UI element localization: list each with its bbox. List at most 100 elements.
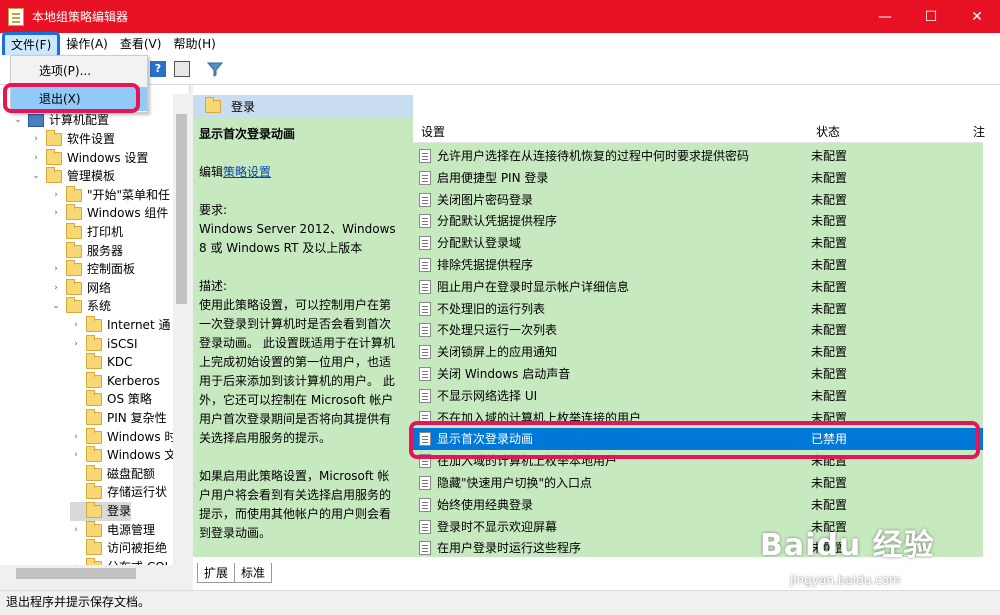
column-state[interactable]: 状态 [816,123,840,140]
tree-item[interactable]: › 软件设置 [30,130,115,149]
tab-extended[interactable]: 扩展 [197,563,236,583]
policy-row[interactable]: 隐藏"快速用户切换"的入口点 未配置 [413,472,983,494]
chevron-down-icon[interactable]: ⌄ [12,111,24,130]
tree-item[interactable]: 服务器 [50,241,124,261]
tree-item[interactable]: 磁盘配额 [70,464,155,484]
tree-item[interactable]: ⌄ 系统 [50,297,111,316]
column-comment[interactable]: 注 [973,123,985,140]
tree-item-label: Windows 时 [107,429,177,444]
chevron-down-icon[interactable]: ⌄ [30,167,42,186]
policy-setting-icon [419,214,431,229]
policy-row[interactable]: 分配默认登录域 未配置 [413,232,983,254]
chevron-right-icon[interactable]: › [50,279,62,298]
tree-item[interactable]: › 控制面板 [50,260,135,279]
policy-row[interactable]: 允许用户选择在从连接待机恢复的过程中何时要求提供密码 未配置 [413,145,983,167]
tree-item[interactable]: 访问被拒绝 [70,539,167,558]
tree-item-label: 访问被拒绝 [107,541,168,556]
window-title: 本地组策略编辑器 [32,10,129,24]
chevron-right-icon[interactable]: › [50,186,62,205]
policy-row[interactable]: 关闭图片密码登录 未配置 [413,189,983,211]
view-tabs: 扩展 标准 [193,563,273,585]
policy-row[interactable]: 不显示网络选择 UI 未配置 [413,385,983,407]
chevron-right-icon[interactable]: › [30,149,42,168]
policy-row[interactable]: 始终使用经典登录 未配置 [413,494,983,516]
tree-item[interactable]: › Windows 时 [70,427,177,447]
chevron-right-icon[interactable]: › [70,335,82,354]
tree-item[interactable]: ⌄ 管理模板 [30,167,115,186]
folder-icon [46,148,62,165]
policy-row[interactable]: 分配默认凭据提供程序 未配置 [413,210,983,232]
policy-row[interactable]: 关闭 Windows 启动声音 未配置 [413,363,983,385]
chevron-down-icon[interactable]: ⌄ [50,297,62,316]
tree-item[interactable]: › Windows 组件 [50,204,168,223]
computer-icon [28,114,44,127]
requirements-text: Windows Server 2012、Windows 8 或 Windows … [199,222,396,255]
tree-item[interactable]: PIN 复杂性 [70,409,167,428]
tree-hscroll-thumb[interactable] [16,568,136,579]
menu-options[interactable]: 选项(P)... [11,59,147,83]
tree-item[interactable]: 登录 [70,502,132,521]
policy-setting-icon [419,345,431,360]
policy-state: 未配置 [811,170,848,185]
policy-name: 分配默认凭据提供程序 [437,214,558,229]
policy-row[interactable]: 不处理旧的运行列表 未配置 [413,298,983,320]
close-button[interactable]: ✕ [954,0,1000,33]
chevron-right-icon[interactable]: › [70,558,82,565]
policy-settings-link[interactable]: 策略设置 [223,165,271,179]
folder-icon [66,278,82,295]
tree-item[interactable]: › iSCSI [70,334,138,354]
chevron-right-icon[interactable]: › [70,521,82,540]
tree-item[interactable]: › Internet 通 [70,316,170,335]
policy-setting-icon [419,236,431,251]
policy-state: 未配置 [811,301,848,316]
chevron-right-icon[interactable]: › [70,446,82,465]
tree-horizontal-scrollbar[interactable] [0,565,190,582]
tree-vertical-scrollbar[interactable] [173,94,190,565]
chevron-right-icon[interactable]: › [50,260,62,279]
policy-name: 排除凭据提供程序 [437,258,534,272]
policy-row[interactable]: 排除凭据提供程序 未配置 [413,254,983,276]
policy-name: 阻止用户在登录时显示帐户详细信息 [437,279,630,294]
menu-action[interactable]: 操作(A) [60,33,114,55]
tree-item[interactable]: › 分布式 COI [70,557,168,565]
chevron-right-icon[interactable]: › [50,204,62,223]
policy-state: 未配置 [811,388,848,403]
tree-item[interactable]: › Windows 文 [70,446,176,465]
show-hide-pane-icon[interactable] [174,61,190,77]
tree-item-label: 服务器 [87,243,124,258]
tree-item[interactable]: 打印机 [50,223,123,242]
tree-item-label: Windows 组件 [87,206,169,221]
tree-item-computer-config[interactable]: ⌄ 计算机配置 [12,111,109,130]
policy-row[interactable]: 阻止用户在登录时显示帐户详细信息 未配置 [413,276,983,298]
policy-row[interactable]: 启用便捷型 PIN 登录 未配置 [413,167,983,189]
column-setting[interactable]: 设置 [421,123,445,140]
policy-name: 始终使用经典登录 [437,497,534,512]
tree-item[interactable]: Kerberos [70,371,160,391]
policy-row[interactable]: 关闭锁屏上的应用通知 未配置 [413,341,983,363]
menu-view[interactable]: 查看(V) [114,33,168,55]
chevron-right-icon[interactable]: › [70,428,82,447]
baidu-watermark: Baidu 经验 [760,528,935,563]
folder-icon [86,390,102,407]
policy-name: 登录时不显示欢迎屏幕 [437,519,558,534]
maximize-button[interactable]: ☐ [908,0,954,33]
policy-name: 隐藏"快速用户切换"的入口点 [437,476,593,490]
minimize-button[interactable]: — [862,0,908,33]
chevron-right-icon[interactable]: › [70,316,82,335]
folder-icon [86,427,102,444]
help-icon[interactable]: ? [150,61,166,77]
folder-icon [86,371,102,388]
tree-item[interactable]: 存储运行状 [70,483,167,502]
tree-item[interactable]: › Windows 设置 [30,148,148,168]
tree-item[interactable]: › 网络 [50,278,111,298]
tree-item[interactable]: › "开始"菜单和任 [50,185,170,205]
tab-standard[interactable]: 标准 [234,563,273,583]
filter-icon[interactable] [206,61,224,77]
tree-item[interactable]: KDC [70,353,133,372]
tree-item[interactable]: OS 策略 [70,390,152,409]
tree-item[interactable]: › 电源管理 [70,520,155,540]
chevron-right-icon[interactable]: › [30,130,42,149]
tree-scroll-thumb[interactable] [176,114,187,304]
policy-row[interactable]: 不处理只运行一次列表 未配置 [413,319,983,341]
menu-help[interactable]: 帮助(H) [167,33,221,55]
